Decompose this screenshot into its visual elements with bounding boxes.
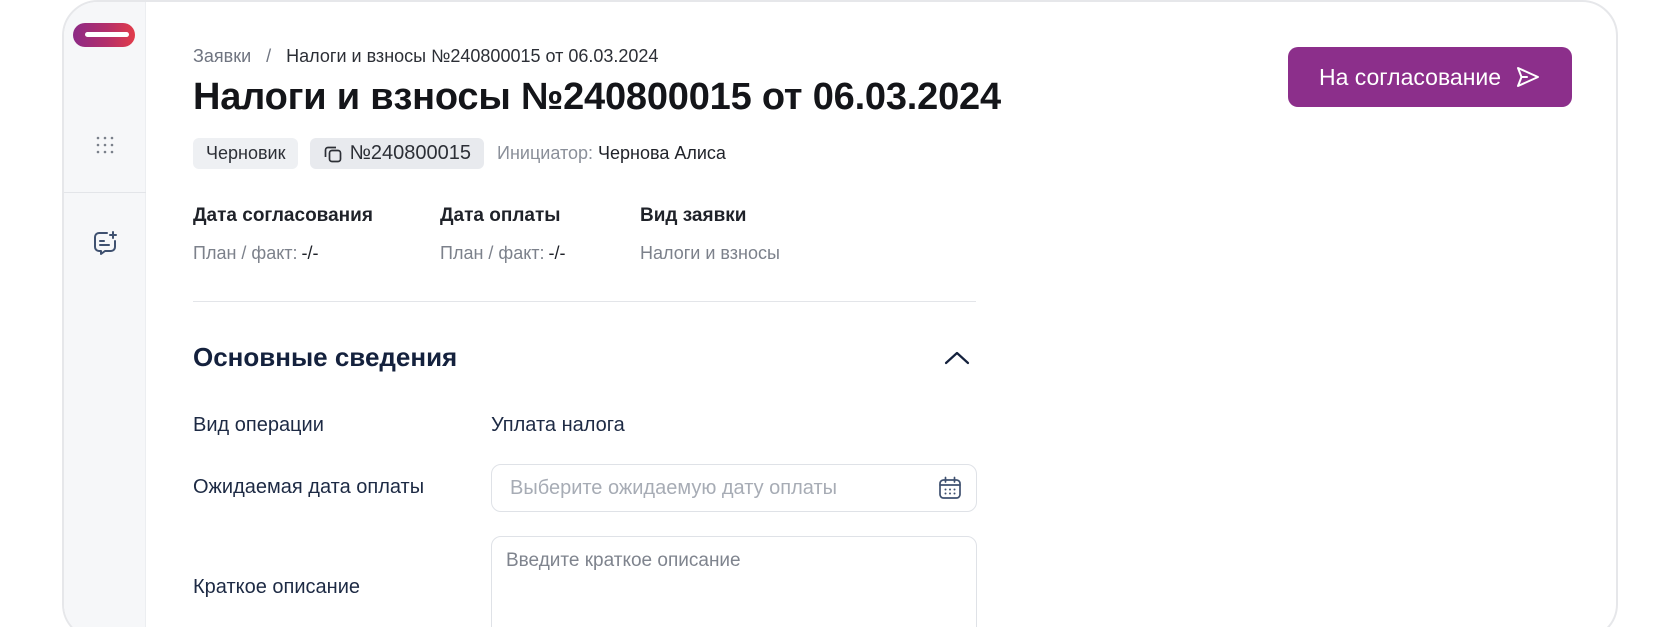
section-title: Основные сведения (193, 342, 458, 372)
request-type-value: Налоги и взносы (640, 243, 780, 263)
short-description-input[interactable] (492, 537, 976, 627)
payment-date-sub: План / факт: -/- (440, 243, 640, 264)
operation-type-value: Уплата налога (491, 414, 625, 436)
calendar-icon[interactable] (936, 474, 964, 502)
request-type: Вид заявки Налоги и взносы (640, 205, 780, 264)
initiator: Инициатор: Чернова Алиса (497, 143, 726, 164)
breadcrumb-separator: / (266, 46, 272, 66)
chevron-up-icon[interactable] (942, 345, 972, 371)
approval-date-value: -/- (301, 243, 319, 263)
comment-add-icon[interactable] (90, 228, 120, 258)
approval-date-sub: План / факт: -/- (193, 243, 440, 264)
submit-for-approval-button[interactable]: На согласование (1288, 47, 1572, 107)
grid-dots-icon[interactable] (90, 130, 120, 160)
initiator-label: Инициатор: (497, 143, 594, 163)
short-description-label: Краткое описание (193, 576, 360, 598)
submit-button-label: На согласование (1318, 63, 1502, 90)
payment-date-sub-label: План / факт: (440, 243, 545, 263)
copy-icon (325, 146, 342, 162)
approval-date: Дата согласования План / факт: -/- (193, 205, 440, 264)
sidebar-divider (64, 192, 146, 193)
breadcrumb-current: Налоги и взносы №240800015 от 06.03.2024 (286, 46, 659, 66)
dates-row: Дата согласования План / факт: -/- Дата о… (193, 205, 780, 264)
sidebar (64, 2, 146, 627)
short-description-field[interactable] (491, 536, 977, 627)
breadcrumb-root-link[interactable]: Заявки (193, 46, 251, 66)
payment-date-label: Дата оплаты (440, 205, 561, 226)
payment-date: Дата оплаты План / факт: -/- (440, 205, 640, 264)
request-number: №240800015 (349, 142, 472, 164)
payment-date-value: -/- (548, 243, 566, 263)
expected-date-input[interactable] (510, 476, 936, 500)
approval-date-label: Дата согласования (193, 205, 373, 226)
meta-row: Черновик №240800015 Инициатор: Чернова Ал… (193, 138, 726, 169)
copy-number-button[interactable]: №240800015 (310, 138, 485, 169)
logo[interactable] (73, 23, 135, 47)
expected-date-label: Ожидаемая дата оплаты (193, 476, 425, 498)
breadcrumb: Заявки / Налоги и взносы №240800015 от 0… (193, 46, 658, 67)
status-badge: Черновик (193, 138, 299, 169)
request-type-label: Вид заявки (640, 205, 747, 226)
expected-date-field[interactable] (491, 464, 977, 512)
initiator-name: Чернова Алиса (598, 143, 726, 163)
section-divider (193, 301, 976, 302)
send-icon (1515, 65, 1541, 89)
approval-date-sub-label: План / факт: (193, 243, 298, 263)
page-title: Налоги и взносы №240800015 от 06.03.2024 (193, 76, 1001, 118)
operation-type-label: Вид операции (193, 414, 324, 436)
